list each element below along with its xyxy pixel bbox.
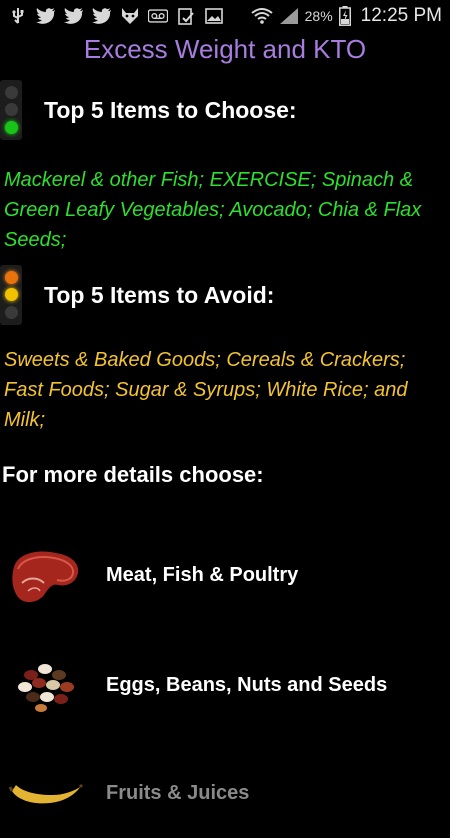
more-details-heading: For more details choose: [2,462,264,487]
usb-icon [8,7,28,25]
clipboard-check-icon [176,7,196,25]
steak-icon [6,540,86,610]
category-label: Fruits & Juices [106,781,250,804]
signal-icon [279,7,299,25]
app-title: Excess Weight and KTO [83,34,367,64]
choose-section-header: Top 5 Items to Choose: [0,80,450,140]
choose-items-text: Mackerel & other Fish; EXERCISE; Spinach… [4,169,422,251]
twitter-icon [92,7,112,25]
green-traffic-light-icon [0,80,22,140]
voicemail-icon [148,7,168,25]
avoid-section-header: Top 5 Items to Avoid: [0,265,450,325]
avoid-items-text: Sweets & Baked Goods; Cereals & Crackers… [4,349,408,431]
avoid-title: Top 5 Items to Avoid: [44,281,275,308]
wolf-icon [120,7,140,25]
category-item-eggs-beans[interactable]: Eggs, Beans, Nuts and Seeds [0,640,450,730]
status-bar: 28% 12:25 PM [0,0,450,32]
category-item-meat[interactable]: Meat, Fish & Poultry [0,530,450,620]
image-icon [204,7,224,25]
category-label: Meat, Fish & Poultry [106,563,299,586]
choose-title: Top 5 Items to Choose: [44,96,297,123]
yellow-traffic-light-icon [0,265,22,325]
battery-percent: 28% [304,8,333,24]
clock: 12:25 PM [360,5,442,26]
wifi-icon [251,7,273,25]
twitter-icon [64,7,84,25]
category-item-fruits[interactable]: Fruits & Juices [0,748,450,838]
battery-icon [338,6,351,26]
beans-icon [6,650,86,720]
banana-icon [6,758,86,828]
category-label: Eggs, Beans, Nuts and Seeds [106,673,388,696]
notification-icons [0,7,224,25]
system-status: 28% 12:25 PM [251,5,450,27]
twitter-icon [36,7,56,25]
